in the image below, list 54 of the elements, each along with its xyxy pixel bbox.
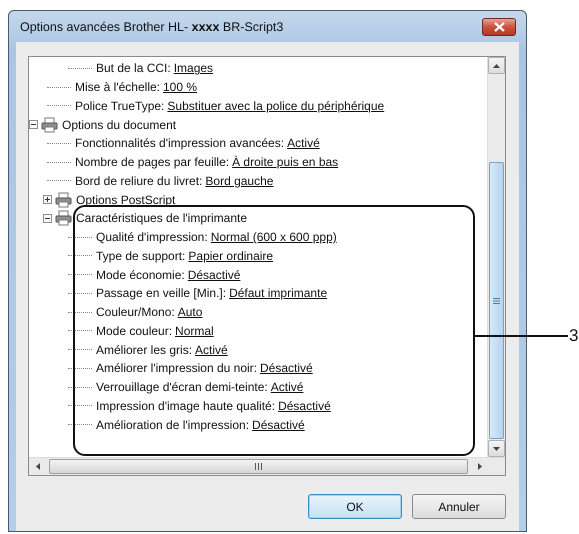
setting-value-link[interactable]: Normal (175, 324, 214, 338)
setting-value-link[interactable]: Papier ordinaire (188, 248, 274, 263)
setting-value-link[interactable]: À droite puis en bas (232, 155, 338, 170)
setting-value-link[interactable]: Bord gauche (205, 174, 274, 188)
setting-label: Police TrueType: (75, 98, 164, 113)
setting-value-link[interactable]: Substituer avec la police du périphérique (167, 98, 384, 113)
dialog-button[interactable]: Annuler (412, 494, 506, 519)
scroll-up-icon[interactable] (488, 57, 505, 74)
window-title: Options avancées Brother HL- xxxx BR-Script3 (20, 20, 284, 34)
setting-value-link[interactable]: 100 % (163, 80, 198, 94)
setting-value-link[interactable]: Images (174, 61, 214, 76)
setting-label: Fonctionnalités d'impression avancées: (75, 136, 284, 150)
setting-label: Verrouillage d'écran demi-teinte: (96, 380, 268, 394)
setting-label: Couleur/Mono: (96, 305, 175, 320)
expand-toggle[interactable] (29, 120, 38, 130)
setting-label: But de la CCI: (96, 61, 171, 76)
close-button[interactable] (482, 18, 516, 36)
setting-label: Améliorer les gris: (96, 342, 192, 357)
setting-label: Impression d'image haute qualité: (96, 398, 276, 413)
close-icon (494, 22, 504, 32)
setting-label: Type de support: (96, 248, 186, 263)
setting-label: Passage en veille [Min.]: (96, 286, 226, 300)
setting-label: Amélioration de l'impression: (96, 418, 250, 432)
setting-label: Améliorer l'impression du noir: (96, 361, 258, 376)
setting-value-link[interactable]: Défaut imprimante (229, 286, 328, 300)
setting-value-link[interactable]: Activé (287, 136, 320, 150)
setting-value-link[interactable]: Normal (600 x 600 ppp) (210, 230, 337, 244)
setting-label: Bord de reliure du livret: (75, 174, 202, 188)
setting-value-link[interactable]: Désactivé (188, 268, 240, 282)
setting-value-link[interactable]: Désactivé (252, 418, 305, 432)
setting-label: Nombre de pages par feuille: (75, 155, 230, 170)
tree-node-label[interactable]: Caractéristiques de l'imprimante (76, 211, 248, 226)
setting-value-link[interactable]: Activé (195, 342, 228, 357)
setting-value-link[interactable]: Auto (178, 305, 202, 320)
callout-number: 3 (569, 326, 578, 346)
scroll-down-icon[interactable] (488, 440, 505, 457)
expand-toggle[interactable] (43, 195, 52, 204)
printer-icon (55, 210, 72, 226)
setting-label: Mode économie: (96, 268, 185, 282)
setting-value-link[interactable]: Désactivé (278, 398, 331, 413)
scroll-thumb[interactable] (489, 162, 504, 439)
tree-node-label[interactable]: Options du document (62, 118, 176, 132)
printer-icon (55, 192, 72, 208)
dialog-button[interactable]: OK (308, 494, 402, 519)
printer-icon (41, 116, 58, 133)
vertical-scrollbar[interactable] (487, 57, 505, 457)
expand-toggle[interactable] (43, 214, 52, 223)
setting-value-link[interactable]: Activé (270, 380, 304, 394)
setting-label: Mode couleur: (96, 324, 172, 338)
setting-label: Mise à l'échelle: (75, 80, 160, 94)
setting-label: Qualité d'impression: (96, 230, 208, 244)
setting-value-link[interactable]: Désactivé (260, 361, 313, 376)
tree-node-label[interactable]: Options PostScript (76, 192, 176, 207)
horizontal-scroll-thumb[interactable] (49, 459, 468, 474)
